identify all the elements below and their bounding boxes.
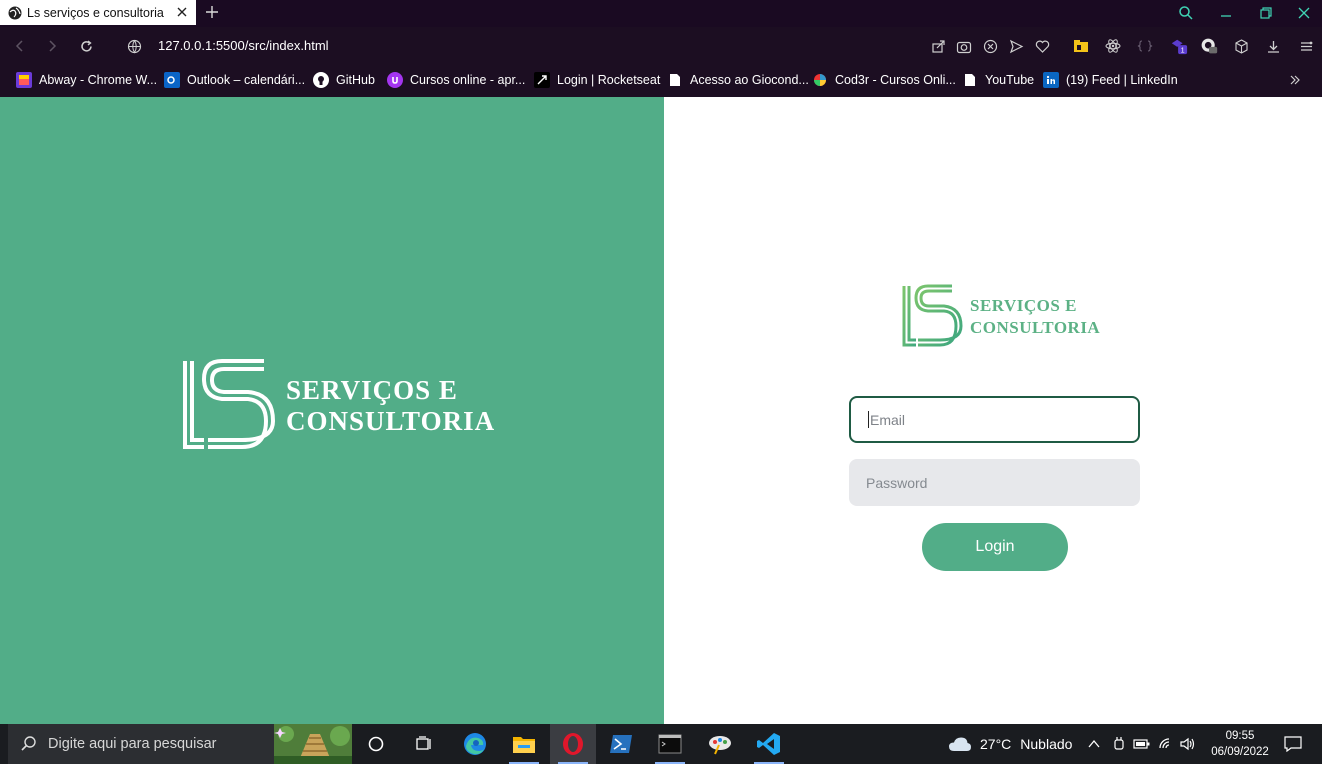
- globe-icon: [8, 6, 22, 19]
- camera-icon[interactable]: [955, 37, 973, 55]
- rocketseat-icon: [534, 72, 550, 88]
- notifications-icon[interactable]: [1284, 724, 1302, 764]
- vscode-icon[interactable]: [746, 724, 792, 764]
- ls-logo-icon: [183, 359, 276, 449]
- minimize-icon[interactable]: [1206, 0, 1246, 25]
- password-field[interactable]: Password: [849, 459, 1140, 506]
- cube-icon[interactable]: [1232, 37, 1250, 55]
- paint-app-icon[interactable]: [697, 724, 743, 764]
- volume-icon[interactable]: [1179, 736, 1197, 752]
- system-tray: [1087, 724, 1197, 764]
- bookmark-item[interactable]: Login | Rocketseat: [534, 71, 660, 89]
- browser-tab[interactable]: Ls serviços e consultoria: [0, 0, 196, 25]
- tab-strip: Ls serviços e consultoria: [0, 0, 1322, 27]
- react-devtools-icon[interactable]: [1104, 37, 1122, 55]
- text-caret: [868, 411, 869, 428]
- send-icon[interactable]: [1007, 37, 1025, 55]
- cloud-icon: [949, 737, 971, 751]
- brand-panel: SERVIÇOS E CONSULTORIA: [0, 97, 664, 724]
- tab-title: Ls serviços e consultoria: [27, 5, 164, 20]
- chevron-up-icon[interactable]: [1087, 737, 1101, 751]
- page-content: SERVIÇOS E CONSULTORIA SERVIÇOS E CONSUL…: [0, 97, 1322, 724]
- more-bookmarks-icon[interactable]: [1288, 73, 1302, 87]
- github-icon: [313, 72, 329, 88]
- clock[interactable]: 09:55 06/09/2022: [1202, 728, 1278, 760]
- brand-name-small: SERVIÇOS E CONSULTORIA: [970, 296, 1101, 337]
- share-icon[interactable]: [929, 37, 947, 55]
- bookmark-item[interactable]: YouTube: [962, 71, 1034, 89]
- bookmark-item[interactable]: Acesso ao Giocond...: [667, 71, 809, 89]
- close-tab-icon[interactable]: [174, 4, 190, 20]
- abway-icon: [16, 72, 32, 88]
- bookmark-item[interactable]: Outlook – calendári...: [164, 71, 305, 89]
- weather-widget[interactable]: 27°C Nublado: [948, 724, 1072, 764]
- ls-logo-small-icon: [902, 284, 963, 347]
- search-tabs-icon[interactable]: [1166, 0, 1206, 25]
- taskbar-search[interactable]: Digite aqui para pesquisar: [8, 724, 352, 764]
- bookmarks-bar: Abway - Chrome W... Outlook – calendári.…: [0, 65, 1322, 96]
- login-button[interactable]: Login: [922, 523, 1068, 571]
- file-explorer-icon[interactable]: [501, 724, 547, 764]
- close-window-icon[interactable]: [1284, 0, 1322, 25]
- download-icon[interactable]: [1264, 37, 1282, 55]
- bookmark-item[interactable]: Abway - Chrome W...: [16, 71, 157, 89]
- bookmark-item[interactable]: (19) Feed | LinkedIn: [1043, 71, 1178, 89]
- udemy-icon: [387, 72, 403, 88]
- forward-icon[interactable]: [42, 36, 62, 56]
- bookmark-item[interactable]: GitHub: [313, 71, 375, 89]
- search-highlight-art: [274, 724, 352, 764]
- cod3r-icon: [812, 72, 828, 88]
- search-icon: [21, 736, 36, 751]
- brand-name: SERVIÇOS E CONSULTORIA: [286, 375, 496, 436]
- usb-device-icon[interactable]: [1111, 736, 1127, 752]
- wifi-icon[interactable]: [1157, 736, 1175, 752]
- edge-icon[interactable]: [452, 724, 498, 764]
- address-bar: 127.0.0.1:5500/src/index.html 1: [0, 27, 1322, 65]
- block-icon[interactable]: [981, 37, 999, 55]
- url-field[interactable]: 127.0.0.1:5500/src/index.html: [158, 38, 329, 53]
- linkedin-icon: [1043, 72, 1059, 88]
- battery-icon[interactable]: [1133, 737, 1151, 751]
- bookmark-item[interactable]: Cod3r - Cursos Onli...: [812, 71, 956, 89]
- new-tab-icon[interactable]: [202, 2, 222, 22]
- task-view-icon[interactable]: [353, 724, 399, 764]
- heart-icon[interactable]: [1033, 37, 1051, 55]
- powershell-icon[interactable]: [598, 724, 644, 764]
- taskbar: Digite aqui para pesquisar 27°C Nublado …: [0, 724, 1322, 764]
- json-viewer-icon[interactable]: [1136, 37, 1154, 55]
- bookmark-item[interactable]: Cursos online - apr...: [387, 71, 525, 89]
- email-field[interactable]: Email: [849, 396, 1140, 443]
- back-icon[interactable]: [10, 36, 30, 56]
- widgets-icon[interactable]: [401, 724, 447, 764]
- menu-icon[interactable]: [1297, 37, 1315, 55]
- outlook-icon: [164, 72, 180, 88]
- page-icon: [962, 72, 978, 88]
- terminal-icon[interactable]: [647, 724, 693, 764]
- restore-icon[interactable]: [1246, 0, 1286, 25]
- opera-icon[interactable]: [550, 724, 596, 764]
- svg-text:1: 1: [1181, 45, 1185, 54]
- reload-icon[interactable]: [76, 36, 96, 56]
- badge-extension-icon[interactable]: 1: [1170, 37, 1188, 55]
- site-info-icon[interactable]: [124, 36, 144, 56]
- extension-folder-icon[interactable]: [1072, 37, 1090, 55]
- profile-icon[interactable]: [1200, 37, 1218, 55]
- page-icon: [667, 72, 683, 88]
